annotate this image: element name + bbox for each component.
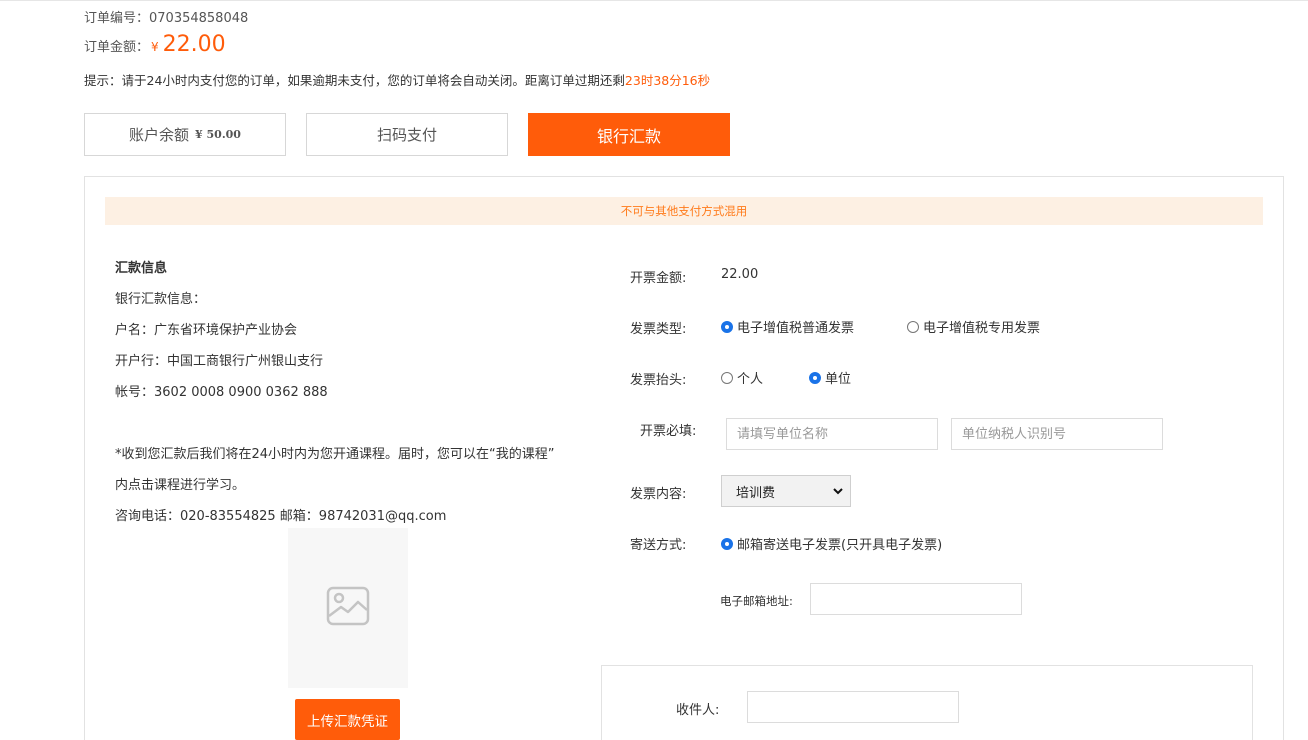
order-amount-value: 22.00 <box>162 32 226 57</box>
invoice-title-company-radio[interactable]: 单位 <box>809 368 851 387</box>
invoice-type-special-radio[interactable]: 电子增值税专用发票 <box>907 317 1040 336</box>
order-amount-label: 订单金额： <box>84 40 150 55</box>
top-divider <box>0 0 1308 1</box>
invoice-type-label: 发票类型: <box>630 322 687 337</box>
tab-qr-pay[interactable]: 扫码支付 <box>306 113 508 156</box>
invoice-type-special-label: 电子增值税专用发票 <box>923 321 1041 336</box>
invoice-required-label: 开票必填: <box>640 424 697 439</box>
invoice-title-personal-radio[interactable]: 个人 <box>721 368 763 387</box>
radio-checked-icon <box>809 371 821 384</box>
delivery-email-label: 邮箱寄送电子发票(只开具电子发票) <box>737 538 943 553</box>
tab-qr-pay-label: 扫码支付 <box>376 126 437 144</box>
balance-amount: ¥ 50.00 <box>195 128 241 141</box>
tab-account-balance-label: 账户余额 <box>129 126 190 144</box>
invoice-title-personal-label: 个人 <box>737 372 764 387</box>
order-number: 订单编号：070354858048 <box>84 7 248 26</box>
invoice-content-value: 培训费 <box>736 485 776 501</box>
order-number-label: 订单编号： <box>84 11 150 26</box>
invoice-amount-label: 开票金额: <box>630 271 687 286</box>
currency-symbol: ¥ <box>151 40 159 54</box>
remit-contact: 咨询电话：020-83554825 邮箱：98742031@qq.com <box>115 509 447 524</box>
receiver-label: 收件人: <box>676 703 720 718</box>
remit-title: 汇款信息 <box>115 261 168 276</box>
delivery-method-label: 寄送方式: <box>630 538 687 553</box>
invoice-type-normal-radio[interactable]: 电子增值税普通发票 <box>721 317 854 336</box>
invoice-content-label: 发票内容: <box>630 487 687 502</box>
remit-account-number: 帐号：3602 0008 0900 0362 888 <box>115 385 328 400</box>
remit-bank-branch: 开户行：中国工商银行广州银山支行 <box>115 354 324 369</box>
notice-text: 不可与其他支付方式混用 <box>620 204 748 218</box>
invoice-type-normal-label: 电子增值税普通发票 <box>737 321 855 336</box>
remit-note-line1: *收到您汇款后我们将在24小时内为您开通课程。届时，您可以在“我的课程” <box>115 447 555 462</box>
notice-banner: 不可与其他支付方式混用 <box>105 197 1263 225</box>
invoice-title-company-label: 单位 <box>825 372 852 387</box>
invoice-amount-value: 22.00 <box>721 267 759 282</box>
radio-checked-icon <box>721 320 733 333</box>
payment-tip-text: 提示：请于24小时内支付您的订单，如果逾期未支付，您的订单将会自动关闭。距离订单… <box>84 73 625 88</box>
upload-voucher-button[interactable]: 上传汇款凭证 <box>295 699 400 740</box>
payment-tip: 提示：请于24小时内支付您的订单，如果逾期未支付，您的订单将会自动关闭。距离订单… <box>84 70 710 89</box>
voucher-image-placeholder <box>288 528 408 688</box>
invoice-title-label: 发票抬头: <box>630 373 687 388</box>
tab-bank-transfer-label: 银行汇款 <box>596 126 661 146</box>
tab-bank-transfer[interactable]: 银行汇款 <box>528 113 730 156</box>
radio-unchecked-icon <box>721 371 733 384</box>
delivery-email-radio[interactable]: 邮箱寄送电子发票(只开具电子发票) <box>721 534 942 553</box>
email-address-label: 电子邮箱地址: <box>720 594 793 608</box>
invoice-content-select[interactable]: 培训费 <box>721 475 851 507</box>
remit-bank-info-label: 银行汇款信息： <box>115 292 207 307</box>
remit-note-line2: 内点击课程进行学习。 <box>115 478 246 493</box>
remit-account-name: 户名：广东省环境保护产业协会 <box>115 323 298 338</box>
tab-account-balance[interactable]: 账户余额 ¥ 50.00 <box>84 113 286 156</box>
chevron-down-icon <box>832 485 844 497</box>
taxpayer-id-input[interactable] <box>951 418 1163 450</box>
company-name-input[interactable] <box>726 418 938 450</box>
receiver-input[interactable] <box>747 691 959 723</box>
radio-checked-icon <box>721 537 733 550</box>
countdown-timer: 23时38分16秒 <box>624 73 711 88</box>
order-number-value: 070354858048 <box>149 11 249 26</box>
email-address-input[interactable] <box>810 583 1022 615</box>
radio-unchecked-icon <box>907 320 919 333</box>
image-icon <box>326 586 370 630</box>
order-amount: 订单金额： ¥ 22.00 <box>84 32 226 57</box>
